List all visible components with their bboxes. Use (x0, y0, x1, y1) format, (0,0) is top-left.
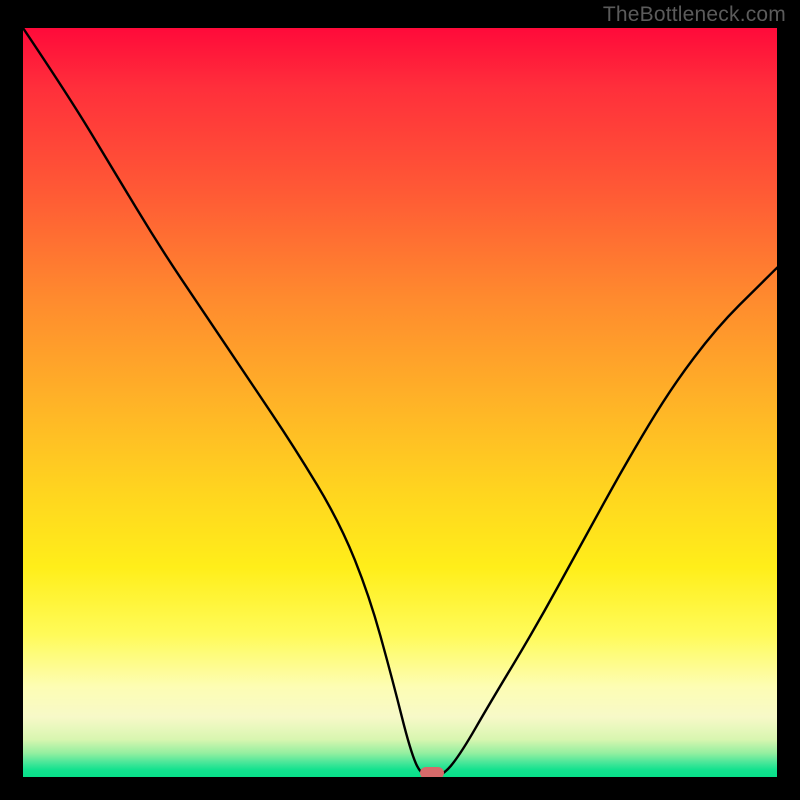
plot-area (23, 28, 777, 777)
bottleneck-curve (23, 28, 777, 777)
optimal-point-marker (420, 767, 444, 778)
bottleneck-curve-svg (23, 28, 777, 777)
watermark-text: TheBottleneck.com (603, 3, 786, 27)
chart-frame: TheBottleneck.com (0, 0, 800, 800)
